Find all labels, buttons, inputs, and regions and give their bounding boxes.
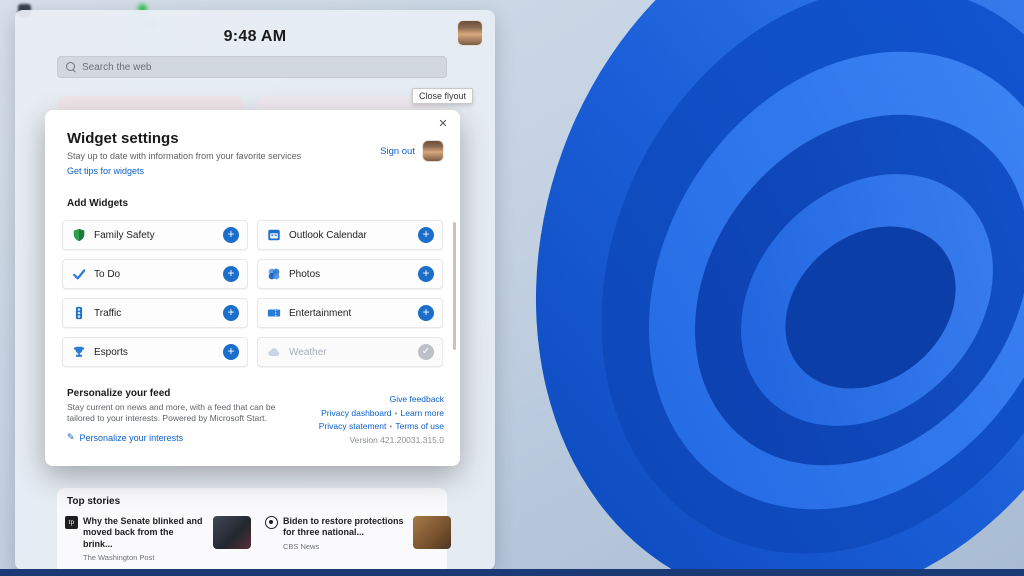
widget-tile-weather: Weather ✓ — [257, 337, 443, 367]
add-widget-button[interactable]: + — [418, 305, 434, 321]
weather-icon — [266, 345, 281, 360]
news-headline: Biden to restore protections for three n… — [283, 516, 405, 539]
news-thumbnail — [413, 516, 451, 549]
learn-more-link[interactable]: Learn more — [401, 408, 444, 418]
news-source: CBS News — [283, 542, 405, 551]
outlook-calendar-icon — [266, 228, 281, 243]
widget-tile-traffic: Traffic + — [62, 298, 248, 328]
dialog-footer: Give feedback Privacy dashboard•Learn mo… — [319, 393, 444, 447]
dialog-title: Widget settings — [67, 130, 301, 147]
search-icon — [66, 62, 76, 72]
add-widget-button[interactable]: + — [223, 266, 239, 282]
news-headline: Why the Senate blinked and moved back fr… — [83, 516, 205, 550]
widget-tile-label: To Do — [94, 269, 215, 280]
sign-out-row: Sign out — [380, 140, 444, 162]
user-avatar[interactable] — [457, 20, 483, 46]
search-input[interactable] — [82, 62, 438, 73]
traffic-icon — [71, 306, 86, 321]
news-text: Why the Senate blinked and moved back fr… — [83, 516, 205, 562]
add-widget-button[interactable]: + — [223, 344, 239, 360]
widget-tile-label: Weather — [289, 347, 410, 358]
personalize-section: Personalize your feed Stay current on ne… — [67, 388, 279, 425]
widget-tile-entertainment: Entertainment + — [257, 298, 443, 328]
web-search-bar[interactable] — [57, 56, 447, 78]
personalize-heading: Personalize your feed — [67, 388, 279, 399]
widget-tile-outlook-calendar: Outlook Calendar + — [257, 220, 443, 250]
pencil-icon: ✎ — [67, 432, 75, 443]
dialog-header: Widget settings Stay up to date with inf… — [67, 130, 301, 179]
widget-tile-label: Esports — [94, 347, 215, 358]
cbs-eye-icon — [265, 516, 278, 529]
to-do-icon — [71, 267, 86, 282]
news-item[interactable]: Biden to restore protections for three n… — [265, 516, 451, 562]
widget-tile-label: Family Safety — [94, 230, 215, 241]
add-widget-button[interactable]: + — [223, 305, 239, 321]
news-text: Biden to restore protections for three n… — [283, 516, 405, 562]
widget-tile-label: Outlook Calendar — [289, 230, 410, 241]
panel-clock: 9:48 AM — [15, 28, 495, 46]
get-tips-link[interactable]: Get tips for widgets — [67, 166, 144, 176]
entertainment-icon — [266, 306, 281, 321]
add-widgets-heading: Add Widgets — [67, 198, 128, 209]
add-widget-button[interactable]: + — [223, 227, 239, 243]
news-source: The Washington Post — [83, 553, 205, 562]
sign-out-link[interactable]: Sign out — [380, 146, 415, 157]
top-stories-heading: Top stories — [67, 496, 120, 507]
family-safety-icon — [71, 228, 86, 243]
widget-grid: Family Safety + Outlook Calendar + To Do… — [62, 220, 443, 367]
widget-tile-label: Photos — [289, 269, 410, 280]
personalize-description: Stay current on news and more, with a fe… — [67, 402, 279, 425]
news-item[interactable]: tp Why the Senate blinked and moved back… — [65, 516, 251, 562]
widget-tile-family-safety: Family Safety + — [62, 220, 248, 250]
washington-post-icon: tp — [65, 516, 78, 529]
account-avatar[interactable] — [422, 140, 444, 162]
privacy-dashboard-link[interactable]: Privacy dashboard — [321, 408, 391, 418]
personalize-link-row: ✎ Personalize your interests — [67, 432, 183, 443]
widget-tile-label: Traffic — [94, 308, 215, 319]
dialog-scrollbar[interactable] — [453, 222, 456, 350]
bullet-separator: • — [395, 408, 398, 418]
terms-of-use-link[interactable]: Terms of use — [395, 421, 444, 431]
close-flyout-tooltip: Close flyout — [412, 88, 473, 104]
widget-added-button[interactable]: ✓ — [418, 344, 434, 360]
widget-tile-esports: Esports + — [62, 337, 248, 367]
add-widget-button[interactable]: + — [418, 266, 434, 282]
photos-icon — [266, 267, 281, 282]
widget-settings-dialog: ✕ Widget settings Stay up to date with i… — [45, 110, 460, 466]
news-thumbnail — [213, 516, 251, 549]
dialog-subtitle: Stay up to date with information from yo… — [67, 151, 301, 161]
bullet-separator: • — [389, 421, 392, 431]
add-widget-button[interactable]: + — [418, 227, 434, 243]
personalize-interests-link[interactable]: Personalize your interests — [80, 433, 184, 443]
privacy-statement-link[interactable]: Privacy statement — [319, 421, 387, 431]
news-row: tp Why the Senate blinked and moved back… — [65, 516, 451, 562]
widget-tile-label: Entertainment — [289, 308, 410, 319]
version-label: Version 421.20031.315.0 — [319, 434, 444, 448]
close-icon[interactable]: ✕ — [434, 115, 452, 133]
taskbar[interactable] — [0, 569, 1024, 576]
top-stories-card: Top stories tp Why the Senate blinked an… — [57, 488, 447, 570]
widgets-panel: 9:48 AM Close flyout ✕ Widget settings S… — [15, 10, 495, 570]
give-feedback-link[interactable]: Give feedback — [390, 394, 444, 404]
widget-tile-photos: Photos + — [257, 259, 443, 289]
esports-icon — [71, 345, 86, 360]
widget-tile-to-do: To Do + — [62, 259, 248, 289]
